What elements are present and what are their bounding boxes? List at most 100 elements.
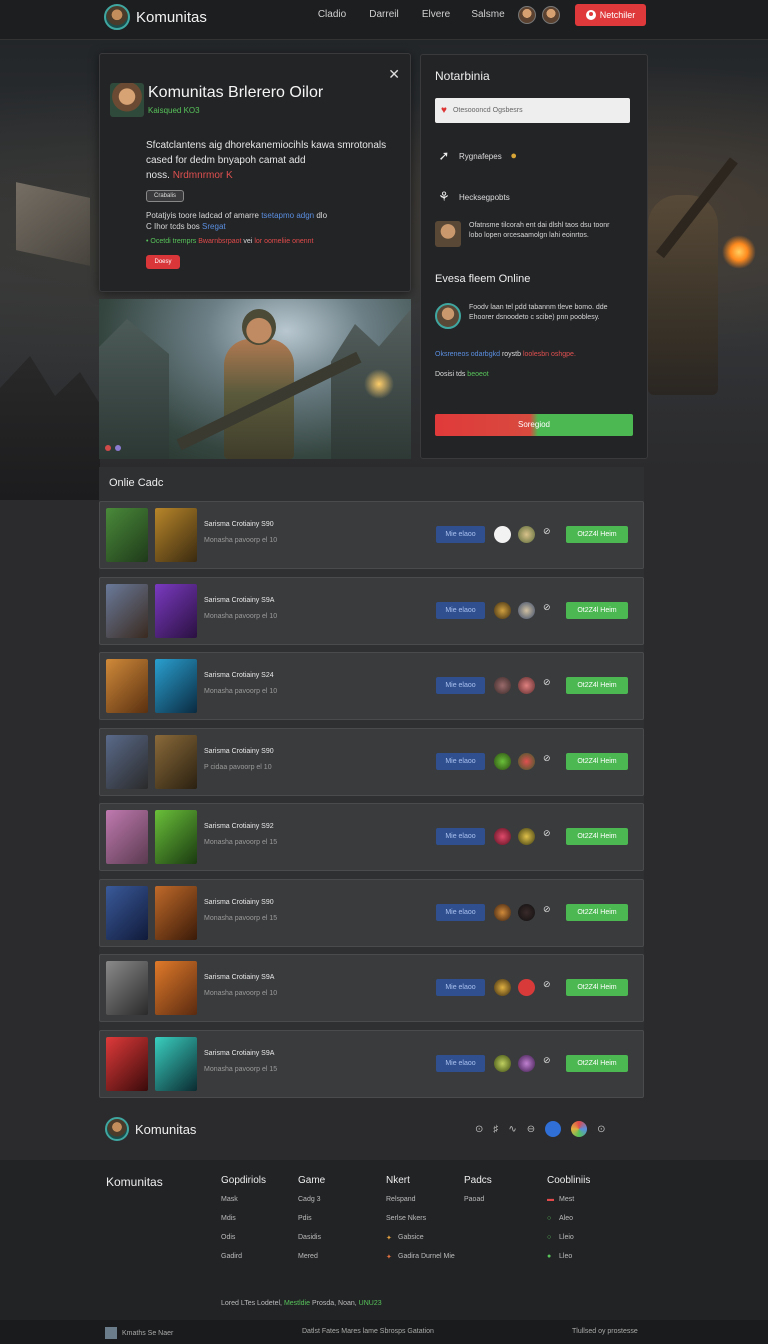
join-button[interactable]: Ot2Z4l Heim	[566, 903, 628, 921]
discord-icon[interactable]	[545, 1121, 562, 1137]
join-button[interactable]: Ot2Z4l Heim	[566, 526, 628, 543]
member-icon[interactable]	[494, 1054, 511, 1072]
colorful-icon[interactable]	[571, 1121, 588, 1137]
panel-search-input[interactable]: ♥ Otesoooncd Ogsbesrs	[435, 98, 630, 123]
member-icon[interactable]	[494, 526, 511, 543]
online-card[interactable]: Sarisma Crotiainy S24 Monasha pavoorp el …	[99, 652, 644, 720]
close-icon[interactable]: ✕	[388, 66, 400, 83]
footer-link[interactable]: Cadg 3	[298, 1194, 325, 1205]
sound-icon[interactable]: ∿	[508, 1124, 516, 1135]
card-tag[interactable]: Mie elaoo	[436, 601, 485, 619]
tag-blue[interactable]: Oksreneos odarbgkd	[435, 351, 500, 358]
footer-link[interactable]: Pdis	[298, 1213, 325, 1224]
link-icon[interactable]: ⊘	[543, 828, 551, 839]
card-tag[interactable]: Mie elaoo	[436, 677, 485, 694]
carousel-dot-1[interactable]	[105, 445, 111, 451]
online-card[interactable]: Sarisma Crotiainy S92 Monasha pavoorp el …	[99, 803, 644, 871]
join-button[interactable]: Ot2Z4l Heim	[566, 979, 628, 996]
footer-link[interactable]: Mdis	[221, 1213, 266, 1224]
footer-brand[interactable]: Komunitas	[105, 1117, 196, 1141]
online-card[interactable]: Sarisma Crotiainy S9A Monasha pavoorp el …	[99, 1029, 644, 1098]
brand[interactable]: Komunitas	[104, 4, 207, 30]
online-card[interactable]: Sarisma Crotiainy S9A Monasha pavoorp el …	[99, 954, 644, 1022]
member-icon[interactable]	[494, 601, 511, 619]
footer-link[interactable]: ✦ Gabsice	[386, 1232, 455, 1243]
panel-row-2[interactable]: ⚘ Hecksegpobts	[435, 189, 510, 205]
footer-link[interactable]: Relspand	[386, 1194, 455, 1205]
link-icon[interactable]: ⊘	[543, 979, 551, 990]
secondary-button[interactable]: Crabalis	[146, 190, 184, 202]
footer-link[interactable]: Gadird	[221, 1251, 266, 1262]
link-icon[interactable]: ⊘	[543, 677, 551, 688]
copy-green-1[interactable]: Mestldie	[284, 1300, 310, 1307]
join-button[interactable]: Ot2Z4l Heim	[566, 677, 628, 694]
card-tag[interactable]: Mie elaoo	[436, 1054, 485, 1072]
nav-link-2[interactable]: Darreil	[358, 9, 410, 20]
member-icon-2[interactable]	[518, 828, 535, 845]
carousel-dot-2[interactable]	[115, 445, 121, 451]
link-icon[interactable]: ⊘	[543, 526, 551, 537]
nav-link-1[interactable]: Cladio	[306, 9, 358, 20]
member-icon-2[interactable]	[518, 601, 535, 619]
member-icon-2[interactable]	[518, 526, 535, 543]
card-tag[interactable]: Mie elaoo	[436, 979, 485, 996]
link-icon[interactable]: ⊘	[543, 753, 551, 764]
tag-red[interactable]: loolesbn oshgpe.	[523, 351, 576, 358]
online-card[interactable]: Sarisma Crotiainy S90 P cidaa pavoorp el …	[99, 727, 644, 796]
panel-row-1[interactable]: ➚ Rygnafepes ●	[435, 148, 520, 164]
minus-icon[interactable]: ⊖	[527, 1124, 535, 1135]
footer-link[interactable]: Dasidis	[298, 1232, 325, 1243]
copy-green-2[interactable]: UNU23	[359, 1300, 382, 1307]
online-card[interactable]: Sarisma Crotiainy S9A Monasha pavoorp el …	[99, 576, 644, 645]
card-tag[interactable]: Mie elaoo	[436, 526, 485, 543]
friend-avatar[interactable]	[542, 6, 560, 24]
info-link-2[interactable]: Sregat	[202, 222, 226, 231]
info-link[interactable]: tsetapmo adgn	[261, 211, 314, 220]
nav-link-3[interactable]: Elvere	[410, 9, 462, 20]
member-icon-2[interactable]	[518, 677, 535, 694]
footer-link[interactable]: Paoad	[464, 1194, 492, 1205]
card-tag[interactable]: Mie elaoo	[436, 903, 485, 921]
footer-link[interactable]: ▬ Mest	[547, 1194, 590, 1205]
footer-link[interactable]: ○ Lleio	[547, 1232, 590, 1243]
member-icon[interactable]	[494, 752, 511, 770]
footer-link[interactable]: ✦ Gadira Durnel Mie	[386, 1251, 455, 1262]
notify-button[interactable]: Netchiler	[575, 4, 646, 26]
link-icon[interactable]: ⊘	[543, 602, 551, 613]
footer-link[interactable]: ○ Aleo	[547, 1213, 590, 1224]
primary-button[interactable]: Doesy	[146, 255, 180, 269]
footer-link[interactable]: ● Lleo	[547, 1251, 590, 1262]
member-icon-2[interactable]	[518, 752, 535, 770]
user-avatar[interactable]	[518, 6, 536, 24]
card-tag[interactable]: Mie elaoo	[436, 752, 485, 770]
panel-item-1[interactable]: Ofatnsme tilcorah ent dai dlshl taos dsu…	[435, 221, 619, 247]
member-icon[interactable]	[494, 903, 511, 921]
nav-link-4[interactable]: Salsme	[462, 9, 514, 20]
online-card[interactable]: Sarisma Crotiainy S90 Monasha pavoorp el …	[99, 501, 644, 569]
member-icon[interactable]	[494, 979, 511, 996]
member-icon-2[interactable]	[518, 979, 535, 996]
member-icon-2[interactable]	[518, 903, 535, 921]
member-icon-2[interactable]	[518, 1054, 535, 1072]
status-green: beoeot	[467, 371, 489, 378]
join-button[interactable]: Ot2Z4l Heim	[566, 828, 628, 845]
link-icon[interactable]: ⊘	[543, 1055, 551, 1066]
footer-link[interactable]: Odis	[221, 1232, 266, 1243]
join-button[interactable]: Ot2Z4l Heim	[566, 1054, 628, 1072]
member-icon[interactable]	[494, 828, 511, 845]
desc-highlight[interactable]: Nrdmnrmor K	[173, 170, 233, 181]
join-button[interactable]: Ot2Z4l Heim	[566, 752, 628, 770]
footer-link[interactable]: Mered	[298, 1251, 325, 1262]
settings-icon[interactable]: ⊙	[475, 1124, 483, 1135]
shuffle-icon[interactable]: ♯	[493, 1124, 498, 1135]
panel-action-button[interactable]: Soregiod	[435, 414, 633, 436]
footer-link[interactable]: Mask	[221, 1194, 266, 1205]
footer-link[interactable]: Serlse Nkers	[386, 1213, 455, 1224]
online-card[interactable]: Sarisma Crotiainy S90 Monasha pavoorp el …	[99, 878, 644, 947]
info-icon[interactable]: ⊙	[597, 1124, 605, 1135]
panel-item-2[interactable]: Foodv laan tel pdd tabannm tleve bomo. d…	[435, 303, 619, 329]
link-icon[interactable]: ⊘	[543, 904, 551, 915]
card-tag[interactable]: Mie elaoo	[436, 828, 485, 845]
member-icon[interactable]	[494, 677, 511, 694]
join-button[interactable]: Ot2Z4l Heim	[566, 601, 628, 619]
